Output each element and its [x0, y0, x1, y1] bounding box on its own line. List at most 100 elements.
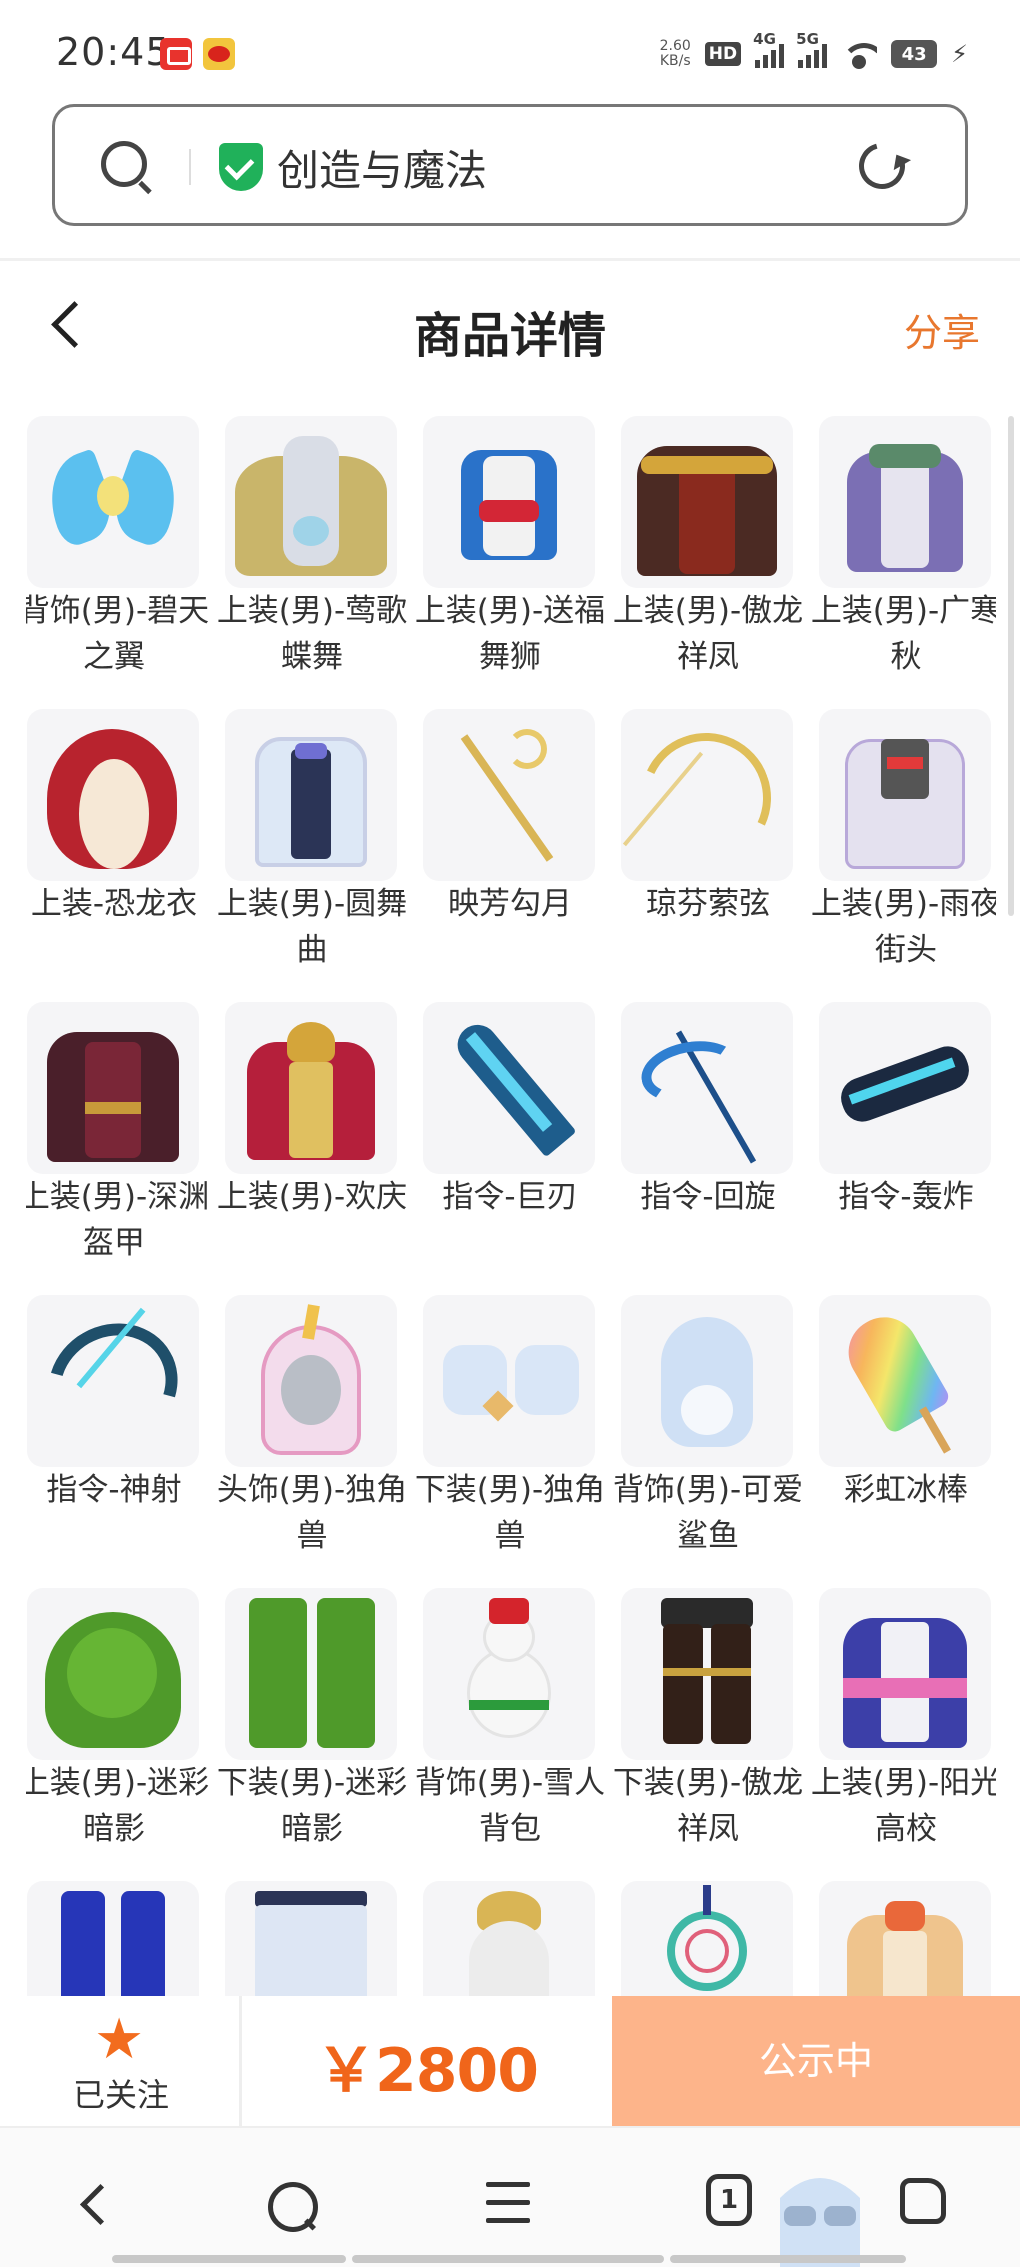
signal-5g-icon: 5G [796, 30, 828, 68]
hd-icon: HD [704, 42, 742, 66]
refresh-icon[interactable] [850, 134, 914, 198]
item-card[interactable]: 头饰(男)-独角兽 [217, 1295, 407, 1589]
back-icon[interactable] [64, 2174, 124, 2234]
item-card[interactable]: 上装(男)-阳光高校 [811, 1588, 996, 1882]
item-card[interactable]: 背饰(男)-雪人背包 [415, 1588, 605, 1882]
item-thumbnail [27, 416, 199, 588]
item-label: 指令-轰炸 [838, 1179, 974, 1215]
item-thumbnail [819, 1881, 991, 1996]
item-thumbnail [819, 1002, 991, 1174]
charging-icon: ⚡ [951, 40, 968, 68]
network-speed: 2.60 KB/s [659, 38, 691, 69]
browser-toolbar: 1 [0, 2126, 1020, 2267]
status-bar: 20:45 2.60 KB/s HD 4G 5G 43 ⚡ [0, 0, 1020, 100]
item-card[interactable] [422, 1881, 598, 1996]
item-label: 上装(男)-广寒秋 [810, 593, 996, 675]
status-indicators: 2.60 KB/s HD 4G 5G 43 ⚡ [659, 30, 968, 74]
item-card[interactable]: 下装(男)-独角兽 [415, 1295, 605, 1589]
item-thumbnail [621, 1588, 793, 1760]
menu-icon[interactable] [478, 2174, 538, 2234]
item-label: 上装-恐龙衣 [30, 886, 198, 922]
item-label: 指令-回旋 [640, 1179, 776, 1215]
status-time: 20:45 [56, 30, 171, 74]
item-label: 上装(男)-迷彩暗影 [26, 1765, 210, 1847]
item-label: 上装(男)-欢庆 [216, 1179, 408, 1215]
item-card[interactable] [26, 1881, 202, 1996]
item-card[interactable]: 上装(男)-欢庆 [217, 1002, 407, 1296]
item-thumbnail [27, 1881, 199, 1996]
item-card[interactable]: 上装(男)-雨夜街头 [811, 709, 996, 1003]
status-button[interactable]: 公示中 [612, 1996, 1020, 2126]
item-card[interactable] [224, 1881, 400, 1996]
item-thumbnail [423, 416, 595, 588]
item-card[interactable]: 上装(男)-迷彩暗影 [26, 1588, 209, 1882]
item-thumbnail [225, 709, 397, 881]
search-divider [189, 149, 191, 185]
item-card[interactable]: 上装(男)-莺歌蝶舞 [217, 416, 407, 710]
battery-icon: 43 [891, 40, 938, 68]
item-thumbnail [423, 709, 595, 881]
item-card[interactable]: 琼芬萦弦 [620, 709, 796, 1003]
item-label: 下装(男)-傲龙祥凤 [612, 1765, 804, 1847]
item-label: 上装(男)-送福舞狮 [414, 593, 606, 675]
star-icon: ★ [94, 2007, 145, 2072]
item-label: 彩虹冰棒 [844, 1472, 968, 1508]
search-icon[interactable] [101, 141, 147, 187]
page-title: 商品详情 [413, 308, 606, 364]
item-thumbnail [621, 1295, 793, 1467]
item-label: 上装(男)-雨夜街头 [810, 886, 996, 968]
wifi-icon [841, 39, 878, 69]
item-label: 指令-神射 [46, 1472, 182, 1508]
item-card[interactable]: 上装(男)-傲龙祥凤 [613, 416, 803, 710]
item-card[interactable]: 映芳勾月 [422, 709, 598, 1003]
item-thumbnail [225, 1002, 397, 1174]
item-thumbnail [27, 1295, 199, 1467]
item-grid: 背饰(男)-碧天之翼 上装(男)-莺歌蝶舞 上装(男)-送福舞狮 上装(男)-傲… [26, 416, 996, 1996]
item-card[interactable]: 上装(男)-圆舞曲 [217, 709, 407, 1003]
item-card[interactable]: 指令-回旋 [620, 1002, 796, 1296]
action-bar: ★ 已关注 ￥2800 公示中 [0, 1996, 1020, 2126]
item-card[interactable]: 上装(男)-深渊盔甲 [26, 1002, 209, 1296]
item-label: 琼芬萦弦 [646, 886, 770, 922]
notification-app-icon [160, 38, 192, 70]
item-card[interactable]: 上装(男)-广寒秋 [811, 416, 996, 710]
item-thumbnail [819, 1295, 991, 1467]
divider [0, 258, 1020, 261]
follow-label: 已关注 [72, 2076, 169, 2114]
item-card[interactable] [620, 1881, 796, 1996]
search-bar[interactable]: 创造与魔法 [52, 104, 968, 226]
item-thumbnail [423, 1588, 595, 1760]
scrollbar[interactable] [1008, 416, 1014, 916]
item-card[interactable]: 指令-轰炸 [818, 1002, 994, 1296]
chevron-left-icon[interactable] [46, 300, 86, 350]
item-card[interactable]: 彩虹冰棒 [818, 1295, 994, 1589]
item-card[interactable]: 上装(男)-送福舞狮 [415, 416, 605, 710]
tabs-icon[interactable]: 1 [706, 2174, 752, 2226]
item-card[interactable]: 上装-恐龙衣 [26, 709, 202, 1003]
item-thumbnail [225, 1881, 397, 1996]
item-card[interactable]: 下装(男)-迷彩暗影 [217, 1588, 407, 1882]
item-thumbnail [423, 1881, 595, 1996]
item-label: 上装(男)-深渊盔甲 [26, 1179, 210, 1261]
item-card[interactable]: 指令-神射 [26, 1295, 202, 1589]
item-thumbnail [819, 416, 991, 588]
item-card[interactable] [818, 1881, 994, 1996]
gesture-bar [112, 2255, 346, 2263]
weibo-app-icon [203, 38, 235, 70]
gesture-bar [352, 2255, 664, 2263]
item-card[interactable]: 下装(男)-傲龙祥凤 [613, 1588, 803, 1882]
home-icon[interactable] [900, 2178, 946, 2224]
mascot-icon [760, 2148, 880, 2267]
item-card[interactable]: 背饰(男)-可爱鲨鱼 [613, 1295, 803, 1589]
item-thumbnail [423, 1295, 595, 1467]
item-card[interactable]: 指令-巨刃 [422, 1002, 598, 1296]
search-query[interactable]: 创造与魔法 [277, 137, 487, 198]
share-button[interactable]: 分享 [904, 302, 980, 357]
search-icon[interactable] [260, 2174, 320, 2234]
gesture-bar [670, 2255, 906, 2263]
item-label: 背饰(男)-雪人背包 [414, 1765, 606, 1847]
item-thumbnail [27, 1002, 199, 1174]
item-card[interactable]: 背饰(男)-碧天之翼 [26, 416, 209, 710]
item-thumbnail [225, 1295, 397, 1467]
follow-button[interactable]: ★ 已关注 [0, 1996, 242, 2126]
